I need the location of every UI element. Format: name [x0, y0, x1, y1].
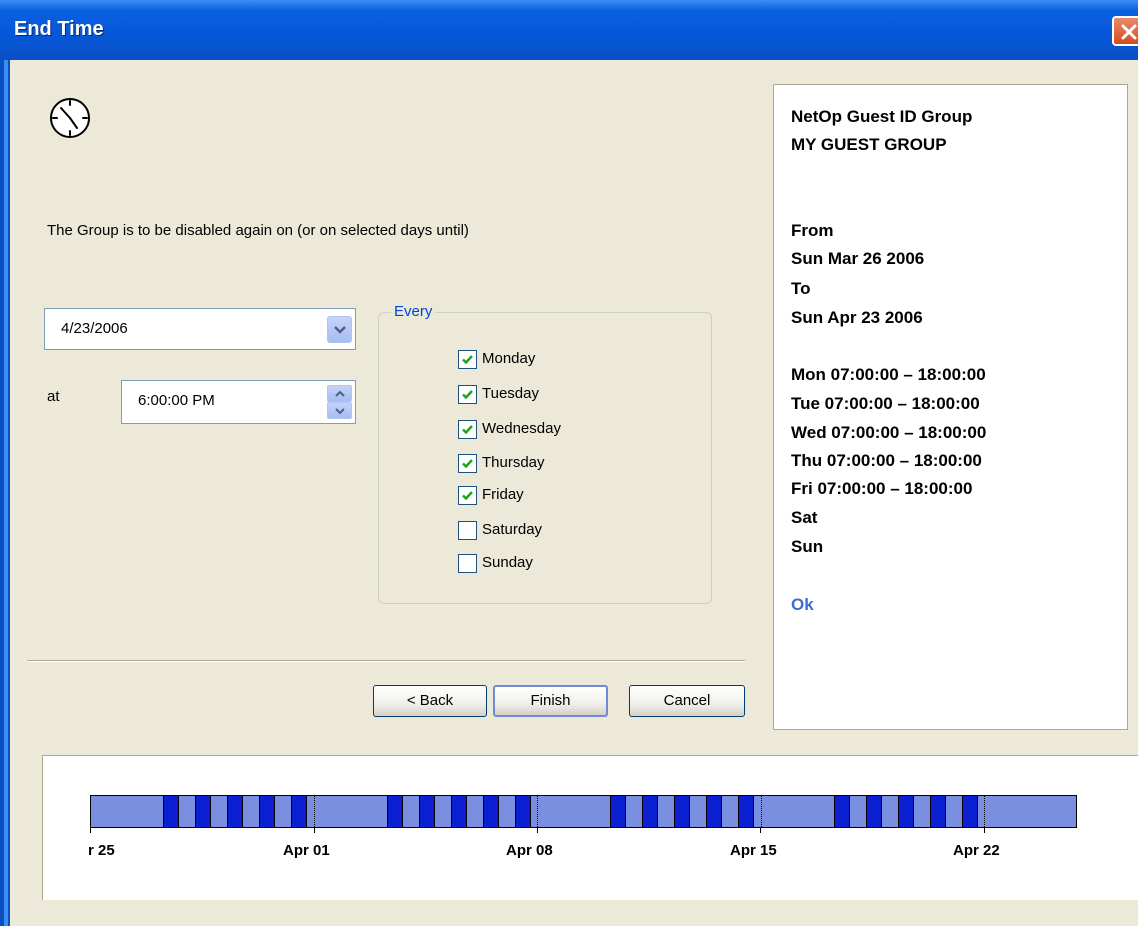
cancel-button[interactable]: Cancel: [629, 685, 745, 717]
end-time-value: 6:00:00 PM: [138, 392, 215, 409]
checkbox[interactable]: [458, 420, 477, 439]
summary-schedule-line: Sat: [791, 508, 818, 527]
axis-tick: [90, 828, 91, 833]
timeline-active-segment: [483, 796, 499, 827]
clock-icon: [50, 98, 90, 138]
checkbox[interactable]: [458, 350, 477, 369]
close-button[interactable]: [1112, 16, 1138, 46]
checkmark-icon: [462, 355, 473, 365]
timeline-active-segment: [291, 796, 307, 827]
summary-group-name: MY GUEST GROUP: [791, 135, 947, 154]
summary-to-label: To: [791, 279, 811, 298]
summary-schedule-line: Fri 07:00:00 – 18:00:00: [791, 479, 973, 498]
timeline-active-segment: [387, 796, 403, 827]
spin-down-icon: [335, 408, 345, 415]
summary-group-heading: NetOp Guest ID Group: [791, 107, 973, 126]
timeline-axis-label: Apr 22: [953, 842, 1000, 859]
timeline-active-segment: [451, 796, 467, 827]
timeline-active-segment: [642, 796, 658, 827]
timeline-active-segment: [898, 796, 914, 827]
timeline-week-marker: [761, 796, 762, 827]
summary-schedule-line: Sun: [791, 537, 824, 556]
checkbox[interactable]: [458, 454, 477, 473]
day-label: Wednesday: [482, 420, 561, 437]
timeline-axis-label: Apr 08: [506, 842, 553, 859]
timeline-active-segment: [227, 796, 243, 827]
end-date-picker[interactable]: 4/23/2006: [44, 308, 356, 350]
summary-panel: NetOp Guest ID Group MY GUEST GROUP From…: [773, 84, 1128, 730]
timeline-active-segment: [930, 796, 946, 827]
close-icon: [1121, 24, 1137, 40]
checkmark-icon: [462, 425, 473, 435]
timeline-active-segment: [674, 796, 690, 827]
timeline-active-segment: [962, 796, 978, 827]
every-groupbox: [378, 312, 712, 604]
end-time-dialog: End Time The Group is to be disabled aga…: [0, 0, 1138, 926]
time-label: at: [47, 388, 60, 405]
timeline-active-segment: [259, 796, 275, 827]
end-date-value: 4/23/2006: [61, 320, 128, 337]
timeline-active-segment: [195, 796, 211, 827]
summary-from-date: Sun Mar 26 2006: [791, 249, 925, 268]
description-text: The Group is to be disabled again on (or…: [47, 222, 469, 239]
summary-schedule-line: Tue 07:00:00 – 18:00:00: [791, 394, 980, 413]
summary-to-date: Sun Apr 23 2006: [791, 308, 923, 327]
time-spin-up-button[interactable]: [327, 385, 352, 402]
summary-from-label: From: [791, 221, 834, 240]
summary-schedule-line: Wed 07:00:00 – 18:00:00: [791, 423, 987, 442]
axis-tick: [760, 828, 761, 833]
checkmark-icon: [462, 390, 473, 400]
day-label: Monday: [482, 350, 536, 367]
title-bar: End Time: [0, 0, 1138, 60]
timeline-active-segment: [515, 796, 531, 827]
every-groupbox-legend: Every: [391, 303, 436, 320]
axis-tick: [537, 828, 538, 833]
day-label: Sunday: [482, 554, 533, 571]
axis-tick: [984, 828, 985, 833]
timeline-active-segment: [163, 796, 179, 827]
spin-up-icon: [335, 390, 345, 397]
time-spin-down-button[interactable]: [327, 402, 352, 419]
day-label: Tuesday: [482, 385, 539, 402]
day-label: Friday: [482, 486, 524, 503]
axis-tick: [314, 828, 315, 833]
window-title: End Time: [14, 18, 104, 40]
timeline-active-segment: [834, 796, 850, 827]
finish-button[interactable]: Finish: [493, 685, 608, 717]
timeline-bar: [90, 795, 1077, 828]
checkbox[interactable]: [458, 385, 477, 404]
timeline-active-segment: [610, 796, 626, 827]
timeline-week-marker: [314, 796, 315, 827]
timeline-axis-label: r 25: [88, 842, 115, 859]
summary-schedule-line: Thu 07:00:00 – 18:00:00: [791, 451, 982, 470]
summary-status: Ok: [791, 595, 814, 614]
timeline-active-segment: [419, 796, 435, 827]
day-label: Saturday: [482, 521, 543, 538]
day-label: Thursday: [482, 454, 545, 471]
window-frame-left-highlight: [4, 60, 8, 926]
timeline-axis-label: Apr 15: [730, 842, 777, 859]
checkmark-icon: [462, 491, 473, 501]
timeline-axis-label: Apr 01: [283, 842, 330, 859]
divider-highlight: [27, 661, 745, 662]
timeline-week-marker: [984, 796, 985, 827]
timeline-active-segment: [738, 796, 754, 827]
timeline-active-segment: [866, 796, 882, 827]
timeline-active-segment: [706, 796, 722, 827]
date-dropdown-button[interactable]: [327, 316, 352, 343]
timeline-week-marker: [537, 796, 538, 827]
checkbox[interactable]: [458, 521, 477, 540]
summary-schedule-line: Mon 07:00:00 – 18:00:00: [791, 365, 986, 384]
end-time-field[interactable]: 6:00:00 PM: [121, 380, 356, 424]
checkbox[interactable]: [458, 486, 477, 505]
chevron-down-icon: [334, 326, 346, 334]
back-button[interactable]: < Back: [373, 685, 487, 717]
checkmark-icon: [462, 459, 473, 469]
checkbox[interactable]: [458, 554, 477, 573]
